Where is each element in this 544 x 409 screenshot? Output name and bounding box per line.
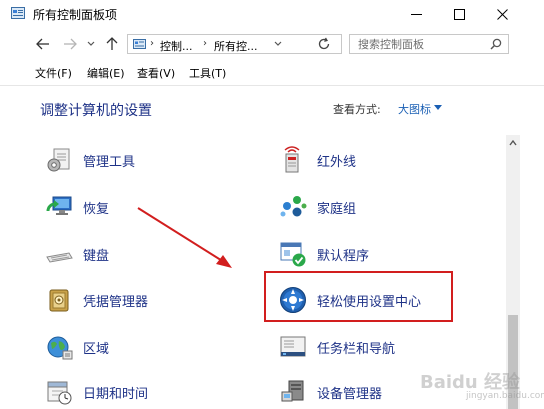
- back-arrow-icon: [36, 38, 49, 50]
- item-recovery[interactable]: 恢复: [45, 193, 109, 221]
- title-bar: 所有控制面板项: [0, 0, 544, 28]
- control-panel-app-icon: [11, 7, 25, 19]
- search-input[interactable]: [350, 35, 493, 53]
- chevron-down-icon: [87, 41, 95, 46]
- keyboard-icon: [46, 252, 73, 263]
- breadcrumb-separator-icon: ›: [150, 38, 154, 49]
- close-icon: [496, 8, 508, 20]
- control-panel-window: 所有控制面板项 › 控制... › 所有控... 搜索控制面板 文件(F) 编辑…: [0, 0, 544, 409]
- item-label: 默认程序: [317, 248, 370, 264]
- infrared-icon: [284, 146, 300, 173]
- search-icon[interactable]: [490, 38, 502, 50]
- item-admin-tools[interactable]: 管理工具: [45, 146, 135, 174]
- maximize-icon: [453, 8, 465, 20]
- item-label: 凭据管理器: [83, 294, 149, 310]
- up-button[interactable]: [104, 36, 120, 52]
- menu-file[interactable]: 文件(F): [35, 65, 72, 81]
- menu-tools[interactable]: 工具(T): [189, 65, 226, 81]
- recovery-icon: [46, 196, 72, 215]
- forward-button[interactable]: [62, 36, 78, 52]
- menu-bar: 文件(F) 编辑(E) 查看(V) 工具(T): [0, 62, 544, 82]
- highlight-box: [264, 271, 453, 322]
- credential-manager-icon: [49, 289, 69, 312]
- forward-arrow-icon: [64, 38, 77, 50]
- refresh-button[interactable]: [317, 36, 335, 52]
- breadcrumb-all-items[interactable]: 所有控...: [214, 38, 258, 54]
- close-button[interactable]: [480, 0, 524, 28]
- scroll-up-icon[interactable]: [509, 140, 517, 146]
- item-credential-manager[interactable]: 凭据管理器: [45, 286, 148, 314]
- view-by-label: 查看方式:: [333, 103, 381, 116]
- homegroup-icon: [280, 196, 307, 217]
- up-arrow-icon: [106, 37, 118, 50]
- baidu-watermark-url: jingyan.baidu.com: [466, 391, 544, 401]
- item-homegroup[interactable]: 家庭组: [279, 193, 356, 221]
- address-bar[interactable]: › 控制... › 所有控...: [127, 34, 342, 54]
- item-infrared[interactable]: 红外线: [279, 146, 356, 174]
- taskbar-icon: [280, 336, 306, 357]
- page-heading: 调整计算机的设置: [40, 103, 152, 119]
- date-time-icon: [47, 381, 72, 405]
- item-label: 日期和时间: [83, 386, 149, 402]
- maximize-button[interactable]: [437, 0, 481, 28]
- admin-tools-icon: [47, 148, 70, 172]
- item-date-time[interactable]: 日期和时间: [45, 378, 148, 406]
- back-button[interactable]: [35, 36, 51, 52]
- search-box[interactable]: [349, 34, 509, 54]
- item-default-programs[interactable]: 默认程序: [279, 240, 369, 268]
- minimize-button[interactable]: [394, 0, 438, 28]
- menu-divider: [0, 85, 544, 86]
- breadcrumb-separator-icon: ›: [203, 38, 207, 49]
- item-label: 区域: [83, 341, 110, 357]
- item-label: 设备管理器: [317, 386, 383, 402]
- view-by-caret-icon[interactable]: [434, 105, 442, 110]
- item-label: 家庭组: [317, 201, 357, 217]
- window-title: 所有控制面板项: [33, 8, 118, 22]
- item-label: 恢复: [83, 201, 110, 217]
- item-label: 红外线: [317, 154, 357, 170]
- breadcrumb-control-panel[interactable]: 控制...: [160, 38, 193, 54]
- item-region[interactable]: 区域: [45, 333, 109, 361]
- control-panel-small-icon: [133, 39, 146, 49]
- device-manager-icon: [281, 380, 304, 402]
- item-label: 键盘: [83, 248, 110, 264]
- default-programs-icon: [280, 242, 306, 267]
- menu-edit[interactable]: 编辑(E): [87, 65, 125, 81]
- item-label: 任务栏和导航: [317, 341, 396, 357]
- minimize-icon: [410, 13, 422, 15]
- menu-view[interactable]: 查看(V): [137, 65, 175, 81]
- item-keyboard[interactable]: 键盘: [45, 240, 109, 268]
- region-icon: [47, 336, 73, 360]
- recent-locations-button[interactable]: [86, 36, 96, 52]
- address-dropdown-icon[interactable]: [274, 39, 282, 50]
- view-by-dropdown[interactable]: 大图标: [398, 101, 431, 117]
- item-label: 管理工具: [83, 154, 136, 170]
- refresh-icon: [318, 37, 330, 50]
- item-taskbar-navigation[interactable]: 任务栏和导航: [279, 333, 395, 361]
- item-device-manager[interactable]: 设备管理器: [279, 378, 382, 406]
